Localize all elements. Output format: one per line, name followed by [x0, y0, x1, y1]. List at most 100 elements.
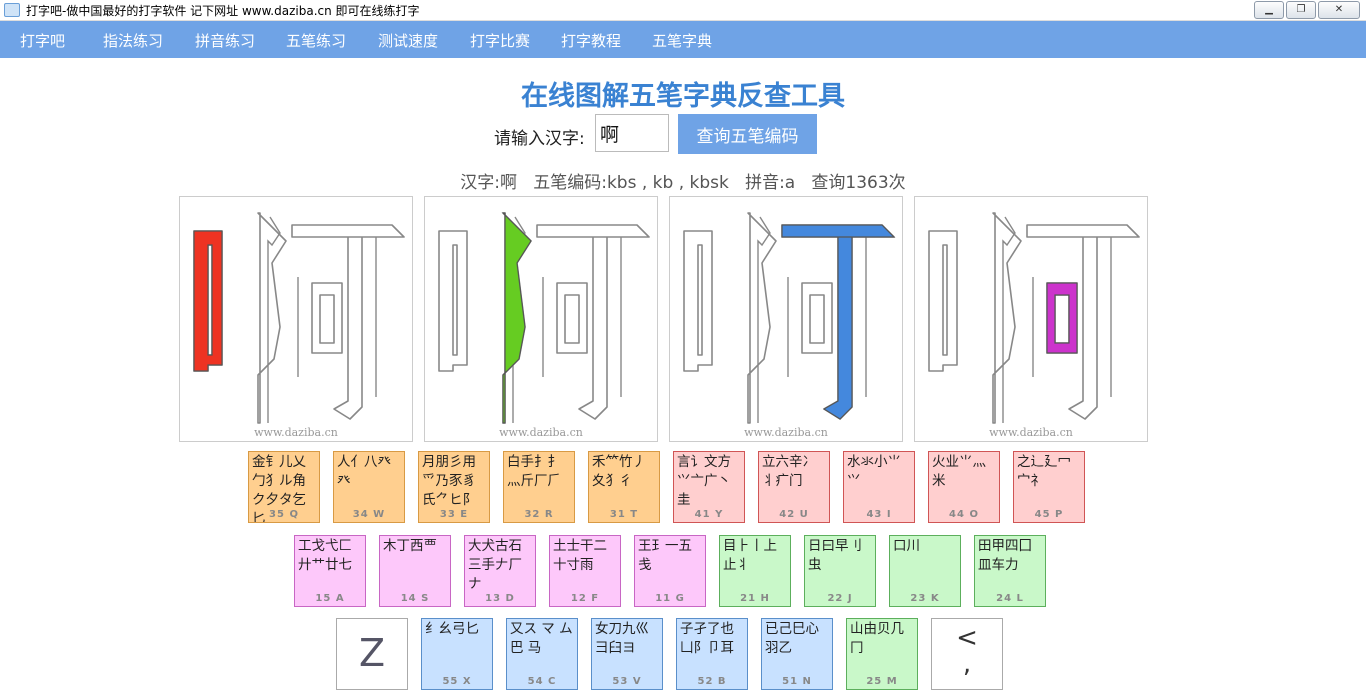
nav-dictionary[interactable]: 五笔字典	[652, 30, 712, 51]
key-code: 12 F	[570, 593, 600, 604]
panel-watermark: www.daziba.cn	[989, 426, 1073, 439]
key-code: 21 H	[740, 593, 770, 604]
stroke-diagram	[683, 212, 896, 424]
stroke-panel-2: www.daziba.cn	[424, 196, 658, 442]
key-code: 53 V	[612, 676, 642, 687]
key-code: 33 E	[439, 509, 469, 520]
wubi-key[interactable]: 工戈弋匚廾艹廿七 15 A	[294, 535, 366, 607]
wubi-key[interactable]: 月朋彡用爫乃豕豸氏⺈ヒ⻖ 33 E	[418, 451, 490, 523]
stroke-diagram	[438, 212, 650, 424]
stroke-panel-1: www.daziba.cn	[179, 196, 413, 442]
panel-watermark: www.daziba.cn	[254, 426, 338, 439]
wubi-key[interactable]: 立六辛冫丬疒门 42 U	[758, 451, 830, 523]
wubi-key[interactable]: < ,	[931, 618, 1003, 690]
wubi-key[interactable]: 土士干二十寸雨 12 F	[549, 535, 621, 607]
key-symbol: Z	[358, 631, 386, 675]
wubi-key[interactable]: 水氺小⺌⺍ 43 I	[843, 451, 915, 523]
key-code: 22 J	[827, 593, 853, 604]
wubi-key[interactable]: 子孑了也凵阝卩耳 52 B	[676, 618, 748, 690]
key-code: 11 G	[655, 593, 685, 604]
nav-home[interactable]: 打字吧	[20, 30, 65, 51]
key-radicals: 口川	[893, 538, 920, 554]
key-radicals: 子孑了也凵阝卩耳	[680, 621, 734, 656]
key-radicals: 之辶廴冖宀礻	[1017, 454, 1071, 489]
key-radicals: 白手扌⺘⺣斤厂⺁	[507, 454, 561, 489]
key-code: 45 P	[1034, 509, 1064, 520]
maximize-button[interactable]: ❐	[1286, 1, 1316, 19]
highlight-part	[1046, 282, 1078, 354]
key-code: 31 T	[609, 509, 639, 520]
wubi-key[interactable]: 口川 23 K	[889, 535, 961, 607]
character-outline	[928, 212, 1140, 424]
key-code: 55 X	[442, 676, 472, 687]
stroke-diagram	[193, 212, 405, 424]
wubi-key[interactable]: 王⺩一五戋 11 G	[634, 535, 706, 607]
stroke-panel-3: www.daziba.cn	[669, 196, 903, 442]
key-radicals: 火业⺌灬米	[932, 454, 986, 489]
key-radicals: 木丁西覀	[383, 538, 437, 554]
panel-watermark: www.daziba.cn	[744, 426, 828, 439]
wubi-key[interactable]: 目⺊丨上止⺦ 21 H	[719, 535, 791, 607]
key-radicals: 工戈弋匚廾艹廿七	[298, 538, 352, 573]
key-code: 23 K	[910, 593, 940, 604]
query-button[interactable]: 查询五笔编码	[678, 114, 817, 154]
key-code: 51 N	[782, 676, 812, 687]
wubi-key[interactable]: 火业⺌灬米 44 O	[928, 451, 1000, 523]
nav-pinyin[interactable]: 拼音练习	[195, 30, 255, 51]
wubi-key[interactable]: 女刀九巛彐臼ヨ 53 V	[591, 618, 663, 690]
key-code: 14 S	[400, 593, 430, 604]
key-code: 25 M	[866, 676, 898, 687]
wubi-key[interactable]: 言讠文方⺍亠广丶圭 41 Y	[673, 451, 745, 523]
key-code: 35 Q	[269, 509, 299, 520]
wubi-key[interactable]: 山由贝几冂 25 M	[846, 618, 918, 690]
key-code: 43 I	[866, 509, 892, 520]
nav-contest[interactable]: 打字比赛	[470, 30, 530, 51]
key-radicals: 日曰早刂虫	[808, 538, 862, 573]
nav-speed-test[interactable]: 测试速度	[378, 30, 438, 51]
page-title: 在线图解五笔字典反查工具	[521, 81, 845, 112]
nav-fingering[interactable]: 指法练习	[103, 30, 163, 51]
highlight-part	[193, 230, 223, 372]
character-outline	[193, 212, 405, 424]
hanzi-input[interactable]	[595, 114, 669, 152]
wubi-key[interactable]: 田甲四囗皿车力 24 L	[974, 535, 1046, 607]
key-radicals: 禾⺮竹丿夊⺨彳	[592, 454, 646, 489]
wubi-key[interactable]: 日曰早刂虫 22 J	[804, 535, 876, 607]
key-radicals: 田甲四囗皿车力	[978, 538, 1032, 573]
wubi-key[interactable]: 禾⺮竹丿夊⺨彳 31 T	[588, 451, 660, 523]
wubi-key[interactable]: 白手扌⺘⺣斤厂⺁ 32 R	[503, 451, 575, 523]
wubi-key[interactable]: 木丁西覀 14 S	[379, 535, 451, 607]
wubi-key[interactable]: 人亻八癶癶 34 W	[333, 451, 405, 523]
nav-tutorial[interactable]: 打字教程	[561, 30, 621, 51]
key-radicals: 大犬古石三手𠂇厂ナ	[468, 538, 522, 592]
key-radicals: 又ス マ ム巴 马	[510, 621, 573, 656]
key-radicals: 水氺小⺌⺍	[847, 454, 901, 489]
wubi-key[interactable]: 又ス マ ム巴 马 54 C	[506, 618, 578, 690]
close-button[interactable]: ✕	[1318, 1, 1360, 19]
key-radicals: 王⺩一五戋	[638, 538, 692, 573]
key-code: 52 B	[697, 676, 727, 687]
wubi-key[interactable]: 大犬古石三手𠂇厂ナ 13 D	[464, 535, 536, 607]
wubi-key[interactable]: 纟幺弓匕 55 X	[421, 618, 493, 690]
key-radicals: 女刀九巛彐臼ヨ	[595, 621, 649, 656]
minimize-button[interactable]: ▁	[1254, 1, 1284, 19]
key-code: 44 O	[949, 509, 979, 520]
key-code: 13 D	[485, 593, 515, 604]
stroke-panel-4: www.daziba.cn	[914, 196, 1148, 442]
key-code: 24 L	[996, 593, 1024, 604]
key-radicals: 已己巳心羽乙	[765, 621, 819, 656]
wubi-key[interactable]: 之辶廴冖宀礻 45 P	[1013, 451, 1085, 523]
wubi-key[interactable]: Z	[336, 618, 408, 690]
top-nav: 打字吧 指法练习 拼音练习 五笔练习 测试速度 打字比赛 打字教程 五笔字典	[0, 21, 1366, 58]
key-radicals: 山由贝几冂	[850, 621, 904, 656]
key-code: 15 A	[315, 593, 345, 604]
wubi-key[interactable]: 金钅儿乂勹犭ル角ク夕タ乞匕 35 Q	[248, 451, 320, 523]
character-outline	[683, 212, 895, 424]
character-outline	[438, 212, 650, 424]
highlight-part	[501, 212, 532, 424]
key-code: 32 R	[524, 509, 554, 520]
nav-wubi[interactable]: 五笔练习	[286, 30, 346, 51]
key-radicals: 月朋彡用爫乃豕豸氏⺈ヒ⻖	[422, 454, 476, 508]
key-radicals: 土士干二十寸雨	[553, 538, 607, 573]
wubi-key[interactable]: 已己巳心羽乙 51 N	[761, 618, 833, 690]
